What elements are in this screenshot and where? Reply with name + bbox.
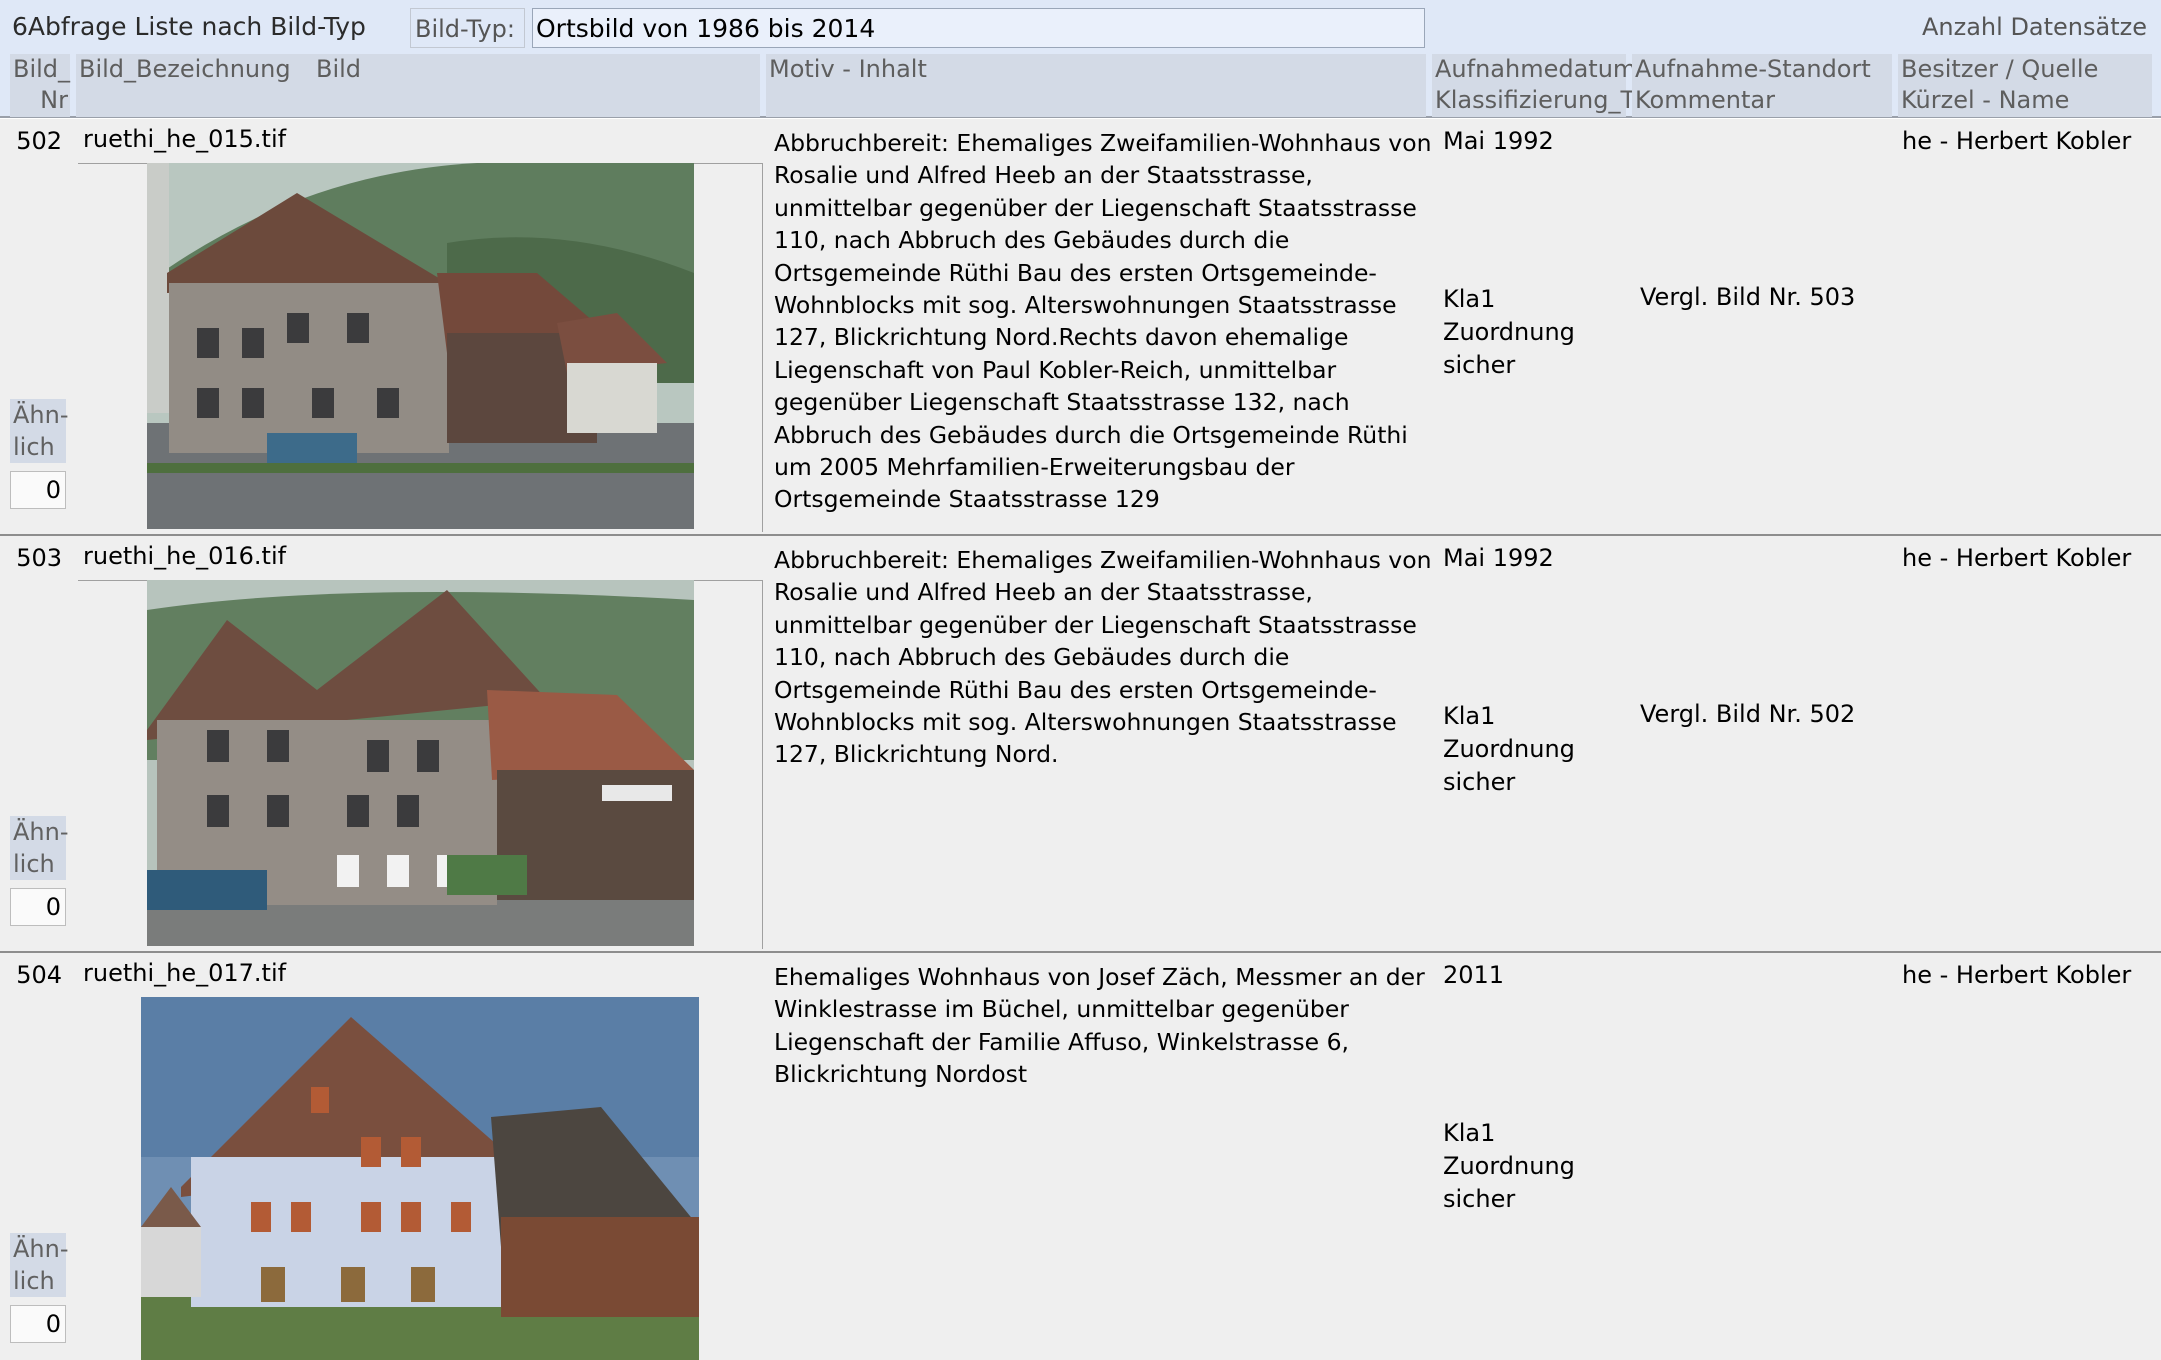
col-header-bezeichnung-label: Bild_Bezeichnung [79, 55, 291, 83]
bildtyp-combobox[interactable]: Ortsbild von 1986 bis 2014 [532, 8, 1425, 48]
house-photo-1-graphic [147, 163, 694, 529]
col-header-besitzer-line2: Kürzel - Name [1901, 86, 2070, 114]
aehnlich-field[interactable]: 0 [10, 1305, 66, 1343]
col-header-motiv: Motiv - Inhalt [766, 54, 1426, 117]
bildtyp-label: Bild-Typ: [410, 8, 525, 48]
col-header-datum: Aufnahmedatum Klassifizierung_T [1432, 54, 1637, 117]
record-row: 504 ruethi_he_017.tif Ähn-lich 0 Ehemali [0, 953, 2161, 1360]
record-bild-nr[interactable]: 504 [10, 961, 62, 989]
record-aufnahmedatum[interactable]: Mai 1992 [1443, 544, 1554, 572]
column-header-row: Bild_ Nr Bild_Bezeichnung Bild Motiv - I… [0, 54, 2161, 118]
record-aufnahmedatum[interactable]: 2011 [1443, 961, 1504, 989]
col-header-bild: Bild [316, 55, 362, 83]
record-file-name[interactable]: ruethi_he_016.tif [83, 542, 286, 570]
record-besitzer[interactable]: he - Herbert Kobler [1902, 544, 2131, 572]
record-aufnahmedatum[interactable]: Mai 1992 [1443, 127, 1554, 155]
house-photo-2-graphic [147, 580, 694, 946]
col-header-bild-nr: Bild_ Nr [10, 54, 70, 117]
aehnlich-label: Ähn-lich [10, 816, 69, 880]
record-kommentar[interactable]: Vergl. Bild Nr. 503 [1640, 283, 1855, 311]
col-header-standort-line1: Aufnahme-Standort [1635, 55, 1871, 83]
record-file-name[interactable]: ruethi_he_017.tif [83, 959, 286, 987]
record-kommentar[interactable]: Vergl. Bild Nr. 502 [1640, 700, 1855, 728]
col-header-bild-nr-line1: Bild_ [13, 55, 71, 83]
col-header-besitzer-line1: Besitzer / Quelle [1901, 55, 2099, 83]
col-header-datum-line2: Klassifizierung_T [1435, 86, 1636, 114]
record-bild-nr[interactable]: 503 [10, 544, 62, 572]
col-header-bezeichnung: Bild_Bezeichnung Bild [76, 54, 760, 117]
house-photo-3-graphic [141, 997, 699, 1360]
record-file-name[interactable]: ruethi_he_015.tif [83, 125, 286, 153]
aehnlich-field[interactable]: 0 [10, 471, 66, 509]
record-motiv[interactable]: Ehemaliges Wohnhaus von Josef Zäch, Mess… [774, 961, 1434, 1091]
aehnlich-label: Ähn-lich [10, 1233, 69, 1297]
col-header-datum-line1: Aufnahmedatum [1435, 55, 1637, 83]
col-header-bild-nr-line2: Nr [40, 86, 68, 114]
house-photo-icon[interactable] [147, 163, 694, 529]
aehnlich-label: Ähn-lich [10, 399, 69, 463]
record-klassifizierung[interactable]: Kla1 Zuordnung sicher [1443, 1117, 1633, 1216]
col-header-standort-line2: Kommentar [1635, 86, 1775, 114]
house-photo-icon[interactable] [141, 997, 699, 1360]
col-header-standort: Aufnahme-Standort Kommentar [1632, 54, 1892, 117]
record-motiv[interactable]: Abbruchbereit: Ehemaliges Zweifamilien-W… [774, 544, 1434, 771]
form-title: 6Abfrage Liste nach Bild-Typ [12, 12, 366, 41]
record-row: 502 ruethi_he_015.tif Ähn-lich 0 Abbruch… [0, 119, 2161, 536]
record-bild-nr[interactable]: 502 [10, 127, 62, 155]
record-row: 503 ruethi_he_016.tif Ähn-lich 0 Abbruch… [0, 536, 2161, 953]
record-besitzer[interactable]: he - Herbert Kobler [1902, 127, 2131, 155]
record-klassifizierung[interactable]: Kla1 Zuordnung sicher [1443, 700, 1633, 799]
aehnlich-field[interactable]: 0 [10, 888, 66, 926]
record-besitzer[interactable]: he - Herbert Kobler [1902, 961, 2131, 989]
col-header-besitzer: Besitzer / Quelle Kürzel - Name [1898, 54, 2152, 117]
record-count-label: Anzahl Datensätze [1922, 13, 2147, 41]
record-klassifizierung[interactable]: Kla1 Zuordnung sicher [1443, 283, 1633, 382]
house-photo-icon[interactable] [147, 580, 694, 946]
record-motiv[interactable]: Abbruchbereit: Ehemaliges Zweifamilien-W… [774, 127, 1434, 516]
